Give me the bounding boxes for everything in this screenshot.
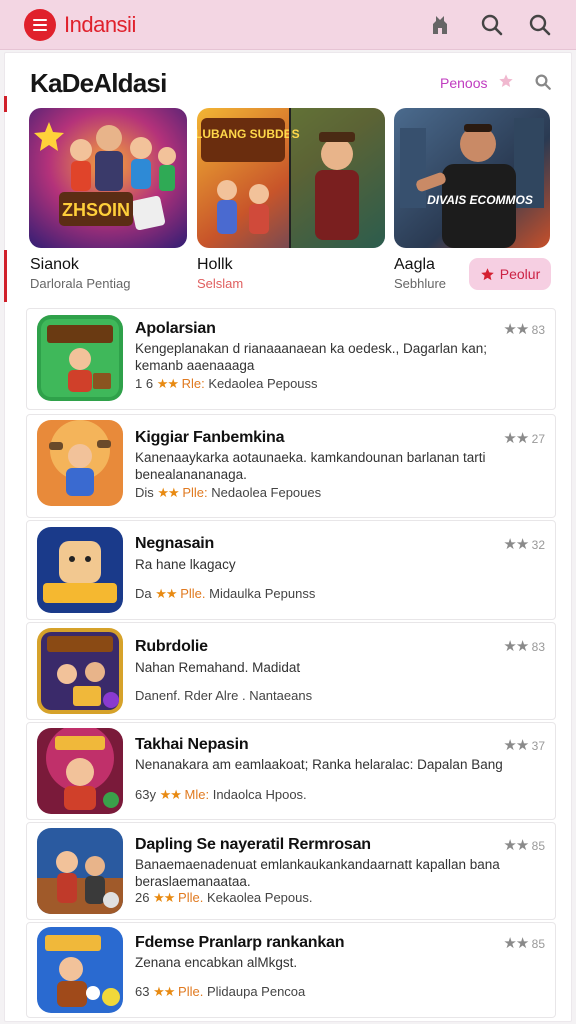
app-title: Fdemse Pranlarp rankankan [135,934,345,951]
list-item[interactable]: Rubrdolie Nahan Remahand. Madidat Danenf… [26,622,556,720]
app-icon [37,927,123,1013]
top-bar: Indansii [0,0,576,50]
app-description: Banaemaenadenuat emlankaukankandaarnatt … [135,857,500,889]
app-title: Apolarsian [135,320,216,337]
app-rating: ★★ 83 [503,321,545,338]
app-title: Negnasain [135,535,215,552]
accent-bar [4,250,7,302]
game-art: BLUBANG SUBDES [197,108,385,248]
app-rating: ★★ 32 [503,536,545,553]
app-meta: Danenf. Rder Alre . Nantaeans [135,688,313,703]
game-art-title: ZHSOIN [62,200,130,220]
app-rating: ★★ 85 [503,935,545,952]
app-icon [37,628,123,714]
rating-stars-icon: ★★ [503,638,529,655]
featured-card[interactable]: DIVAIS ECOMMOS [394,108,550,248]
app-icon [37,420,123,506]
featured-card[interactable]: ZHSOIN [29,108,187,248]
app-title: Takhai Nepasin [135,736,249,753]
popular-button-label: Peolur [499,266,541,282]
featured-card[interactable]: BLUBANG SUBDES [197,108,385,248]
section-link[interactable]: Penoos [440,75,487,91]
app-description: Kanenaaykarka aotaunaeka. kamkandounan b… [135,450,486,482]
app-brand: Indansii [64,12,136,37]
star-icon [481,267,494,280]
app-meta: 63 ★★ Plle. Plidaupa Pencoa [135,984,306,999]
list-item[interactable]: Kiggiar Fanbemkina Kanenaaykarka aotauna… [26,414,556,518]
section-title: KaDeAldasi [30,68,167,98]
app-description: Kengeplanakan d rianaaanaean ka oedesk.,… [135,341,488,373]
featured-name: Sianok [30,256,79,273]
featured-name: Aagla [394,256,435,273]
game-art-title: BLUBANG SUBDES [197,127,300,141]
rating-stars-icon: ★★ [503,737,529,754]
star-icon[interactable] [498,73,514,89]
game-art: DIVAIS ECOMMOS [394,108,550,248]
rating-stars-icon: ★★ [503,536,529,553]
cast-icon[interactable] [428,13,452,37]
app-meta: 26 ★★ Plle. Kekaolea Pepous. [135,890,313,905]
search-icon[interactable] [534,73,552,91]
app-meta: Da ★★ Plle. Midaulka Pepunss [135,586,316,601]
app-description: Zenana encabkan alMkgst. [135,955,298,970]
menu-icon[interactable] [24,9,56,41]
list-item[interactable]: Dapling Se nayeratil Rermrosan Banaemaen… [26,822,556,920]
search-icon-secondary[interactable] [528,13,552,37]
app-icon [37,728,123,814]
search-icon[interactable] [480,13,504,37]
popular-button[interactable]: Peolur [469,258,551,290]
app-title: Kiggiar Fanbemkina [135,429,285,446]
app-meta: Dis ★★ Plle: Nedaolea Fepoues [135,485,322,500]
app-meta: 63y ★★ Mle: Indaolca Hpoos. [135,787,307,802]
list-item[interactable]: Takhai Nepasin Nenanakara am eamlaakoat;… [26,722,556,820]
rating-stars-icon: ★★ [503,837,529,854]
rating-stars-icon: ★★ [503,430,529,447]
rating-stars-icon: ★★ [503,321,529,338]
app-meta: 1 6 ★★ Rle: Kedaolea Pepouss [135,376,318,391]
list-item[interactable]: Fdemse Pranlarp rankankan Zenana encabka… [26,922,556,1018]
app-title: Rubrdolie [135,638,208,655]
game-art-title: DIVAIS ECOMMOS [427,193,533,207]
app-title: Dapling Se nayeratil Rermrosan [135,836,371,853]
app-rating: ★★ 83 [503,638,545,655]
app-description: Ra hane lkagacy [135,557,236,572]
app-icon [37,828,123,914]
app-rating: ★★ 85 [503,837,545,854]
list-item[interactable]: Negnasain Ra hane lkagacy Da ★★ Plle. Mi… [26,520,556,620]
app-icon [37,315,123,401]
featured-subtitle: Selslam [197,276,244,291]
featured-subtitle: Darlorala Pentiag [30,276,131,291]
list-item[interactable]: Apolarsian Kengeplanakan d rianaaanaean … [26,308,556,410]
game-art: ZHSOIN [29,108,187,248]
accent-bar [4,96,7,112]
app-description: Nahan Remahand. Madidat [135,660,301,675]
rating-stars-icon: ★★ [503,935,529,952]
app-description: Nenanakara am eamlaakoat; Ranka helarala… [135,757,503,772]
app-rating: ★★ 37 [503,737,545,754]
featured-subtitle: Sebhlure [394,276,447,291]
app-icon [37,527,123,613]
app-rating: ★★ 27 [503,430,545,447]
featured-name: Hollk [197,256,233,273]
